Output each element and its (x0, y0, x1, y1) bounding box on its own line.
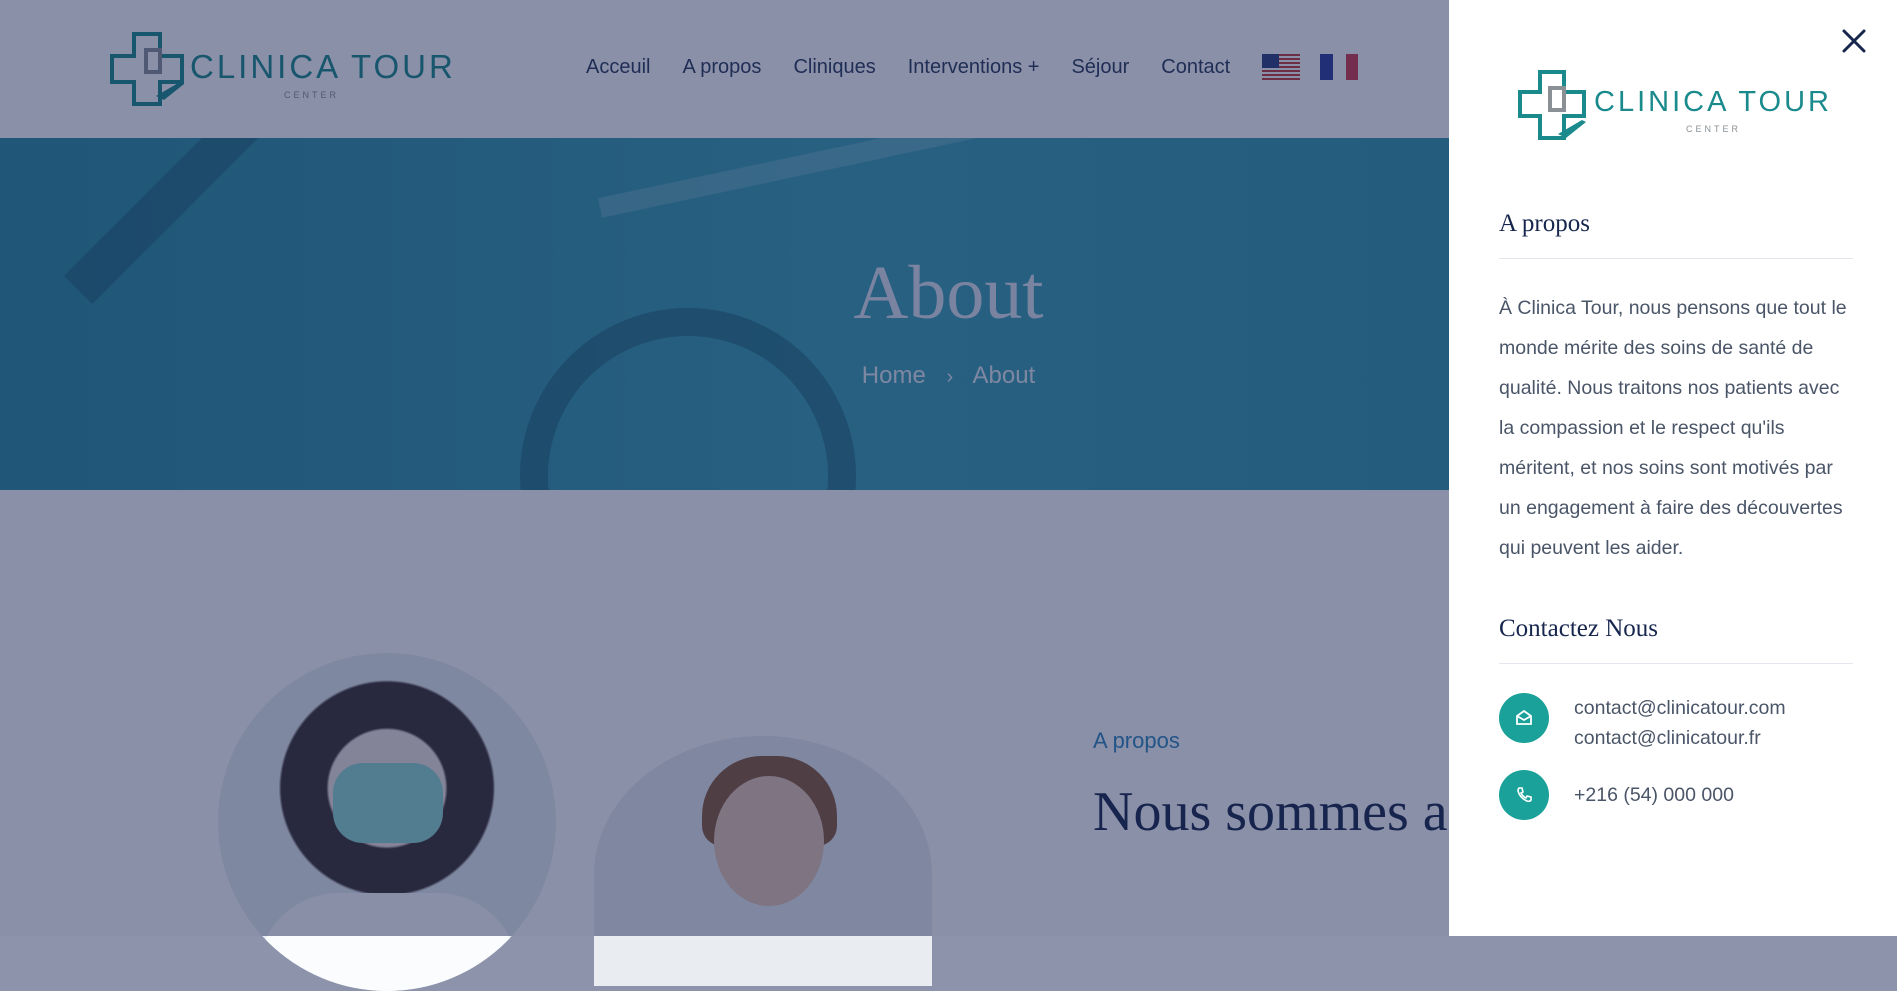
panel-contact-heading: Contactez Nous (1499, 615, 1658, 642)
divider (1499, 258, 1853, 259)
contact-email-row: contact@clinicatour.com contact@clinicat… (1499, 693, 1786, 753)
modal-overlay[interactable] (0, 0, 1449, 936)
divider (1499, 663, 1853, 664)
email-link[interactable]: contact@clinicatour.com (1574, 693, 1786, 723)
logo-wordmark: CLINICA TOUR (1594, 86, 1832, 118)
phone-icon (1499, 770, 1549, 820)
phone-link[interactable]: +216 (54) 000 000 (1574, 780, 1734, 810)
cross-logo-icon (1518, 70, 1586, 140)
contact-phone-row: +216 (54) 000 000 (1499, 770, 1734, 820)
close-icon[interactable] (1839, 26, 1869, 56)
email-link[interactable]: contact@clinicatour.fr (1574, 723, 1786, 753)
mail-icon (1499, 693, 1549, 743)
panel-about-heading: A propos (1499, 210, 1590, 237)
logo-tagline: CENTER (1686, 124, 1742, 134)
panel-about-text: À Clinica Tour, nous pensons que tout le… (1499, 297, 1847, 559)
panel-logo: CLINICA TOUR CENTER (1510, 68, 1830, 148)
